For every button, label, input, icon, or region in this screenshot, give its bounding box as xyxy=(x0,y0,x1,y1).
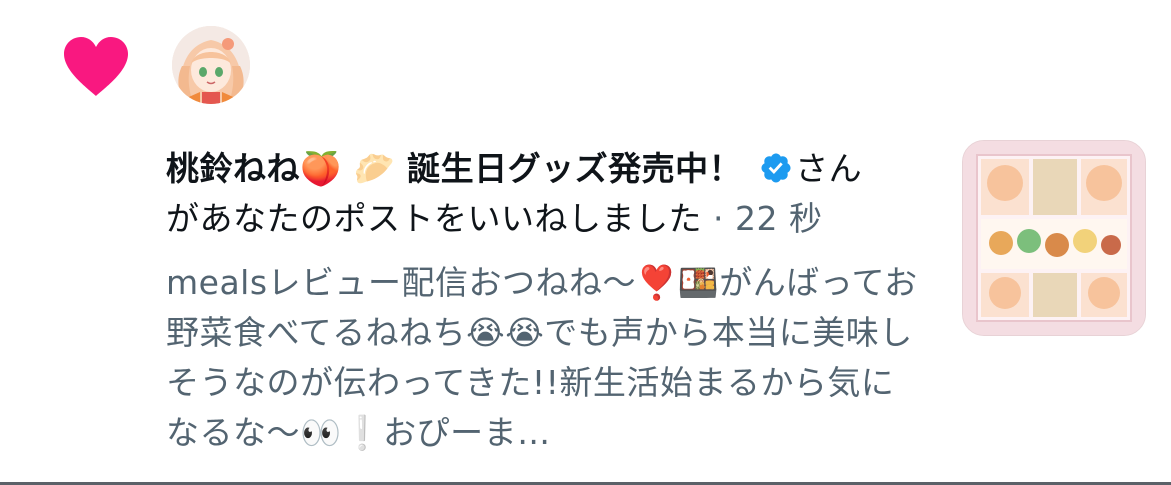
thumbnail-image xyxy=(963,141,1145,335)
notification-action-text: があなたのポストをいいねしました xyxy=(166,199,702,238)
verified-badge-icon xyxy=(761,153,791,183)
post-preview-text[interactable]: mealsレビュー配信おつねね〜❣️🍱がんばってお野菜食べてるねねち😭😭でも声か… xyxy=(166,258,926,458)
user-avatar[interactable] xyxy=(172,26,250,104)
notification-suffix: さん xyxy=(795,149,863,188)
avatar-image xyxy=(172,26,250,104)
like-notification[interactable]: 桃鈴ねね🍑 🥟 誕生日グッズ発売中！ さん があなたのポストをいいねしました ·… xyxy=(0,0,1171,485)
meta-separator: · xyxy=(702,199,735,238)
notification-headline: 桃鈴ねね🍑 🥟 誕生日グッズ発売中！ さん があなたのポストをいいねしました ·… xyxy=(166,144,926,244)
post-media-thumbnail[interactable] xyxy=(962,140,1146,336)
user-display-name[interactable]: 桃鈴ねね🍑 🥟 誕生日グッズ発売中！ xyxy=(166,149,742,188)
notification-timestamp[interactable]: 22 秒 xyxy=(735,199,822,238)
heart-icon xyxy=(64,37,128,96)
